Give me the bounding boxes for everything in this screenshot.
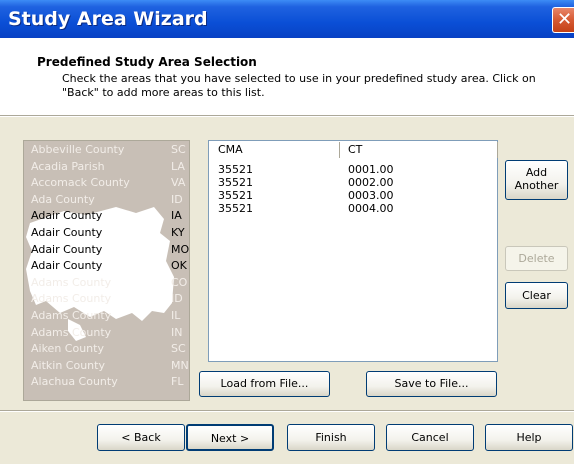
county-list-item[interactable]: Adams County CO (31, 275, 187, 290)
county-name: Adair County (31, 209, 103, 223)
county-state: MO (171, 242, 190, 256)
county-list-item[interactable]: Accomack County VA (31, 175, 187, 190)
delete-button[interactable]: Delete (505, 246, 568, 271)
county-name: Alachua County (31, 375, 118, 389)
county-state: IN (171, 325, 183, 339)
window-title: Study Area Wizard (8, 8, 208, 30)
county-state: IL (171, 309, 181, 322)
county-name: Abbeville County (31, 143, 125, 156)
county-name: Adair County (31, 259, 103, 273)
county-name: Adams County (31, 275, 112, 289)
county-name: Adams County (31, 325, 112, 339)
county-state: CO (171, 275, 188, 289)
county-name: Adair County (31, 242, 103, 256)
county-state: FL (171, 375, 184, 389)
county-name: Acadia Parish (31, 159, 105, 173)
page-title: Predefined Study Area Selection (37, 55, 257, 69)
column-header-ct[interactable]: CT (340, 142, 498, 158)
county-list-item[interactable]: Aitkin County MN (31, 358, 189, 373)
county-state: ID (171, 192, 183, 206)
county-state: SC (171, 342, 186, 356)
page-description: Check the areas that you have selected t… (62, 72, 536, 99)
save-to-file-button[interactable]: Save to File... (366, 371, 497, 397)
ct-cell: 0003.00 (348, 189, 394, 202)
county-list-item[interactable]: Acadia Parish LA (31, 159, 187, 174)
cma-cell: 35521 (218, 189, 253, 202)
header-divider (0, 115, 574, 117)
cma-cell: 35521 (218, 163, 253, 176)
county-name: Aiken County (31, 342, 104, 356)
county-name: Adams County (31, 309, 112, 322)
county-state: ID (171, 292, 183, 306)
county-list-item[interactable]: Adams County IL (31, 308, 187, 323)
close-button[interactable]: ✕ (552, 7, 574, 33)
cma-cell: 35521 (218, 202, 253, 215)
county-state: IA (171, 209, 182, 223)
cma-cell: 35521 (218, 176, 253, 189)
county-list-item[interactable]: Adair County MO (31, 242, 190, 257)
county-state: MN (171, 358, 189, 372)
clear-button[interactable]: Clear (505, 282, 568, 309)
save-to-file-label: Save to File... (394, 377, 469, 390)
selected-areas-table[interactable]: CMA CT 35521 0001.00 35521 0002.00 35521… (208, 140, 498, 362)
title-bar: Study Area Wizard ✕ (0, 0, 574, 38)
county-state: OK (171, 259, 187, 273)
load-from-file-button[interactable]: Load from File... (199, 371, 330, 397)
back-button[interactable]: < Back (97, 424, 185, 451)
column-header-cma[interactable]: CMA (210, 142, 340, 158)
add-another-label-line1: Add (525, 166, 548, 179)
county-list[interactable]: Abbeville County SC Acadia Parish LA Accomac… (23, 140, 190, 401)
county-name: Accomack County (31, 176, 130, 190)
ct-cell: 0001.00 (348, 163, 394, 176)
next-button[interactable]: Next > (186, 424, 274, 451)
county-list-item[interactable]: Abbeville County SC (31, 142, 187, 157)
ct-cell: 0002.00 (348, 176, 394, 189)
county-list-item[interactable]: Adair County OK (31, 258, 187, 273)
county-list-item[interactable]: Aiken County SC (31, 341, 187, 356)
cancel-label: Cancel (411, 431, 449, 444)
close-icon: ✕ (557, 9, 573, 30)
county-state: LA (171, 159, 185, 173)
county-name: Adams County (31, 292, 112, 306)
finish-button[interactable]: Finish (287, 424, 375, 451)
cancel-button[interactable]: Cancel (386, 424, 474, 451)
load-from-file-label: Load from File... (220, 377, 309, 390)
add-another-label-line2: Another (514, 179, 559, 192)
county-list-item[interactable]: Ada County ID (31, 192, 187, 207)
next-label: Next > (210, 432, 250, 445)
county-name: Ada County (31, 192, 95, 206)
county-name: Adair County (31, 226, 103, 239)
back-label: < Back (121, 431, 161, 444)
county-list-item[interactable]: Adams County IN (31, 325, 187, 340)
county-list-item[interactable]: Adair County IA (31, 208, 187, 223)
footer-divider (0, 410, 574, 412)
finish-label: Finish (315, 431, 347, 444)
delete-label: Delete (518, 252, 555, 265)
county-state: VA (171, 176, 186, 190)
county-state: KY (171, 226, 185, 239)
county-list-item[interactable]: Adair County KY (31, 225, 187, 240)
add-another-button[interactable]: Add Another (505, 160, 568, 200)
county-name: Aitkin County (31, 358, 105, 372)
county-state: SC (171, 143, 186, 156)
ct-cell: 0004.00 (348, 202, 394, 215)
county-list-item[interactable]: Adams County ID (31, 291, 187, 306)
help-label: Help (516, 431, 542, 444)
help-button[interactable]: Help (485, 424, 573, 451)
clear-label: Clear (522, 289, 551, 302)
county-list-item[interactable]: Alachua County FL (31, 374, 187, 389)
